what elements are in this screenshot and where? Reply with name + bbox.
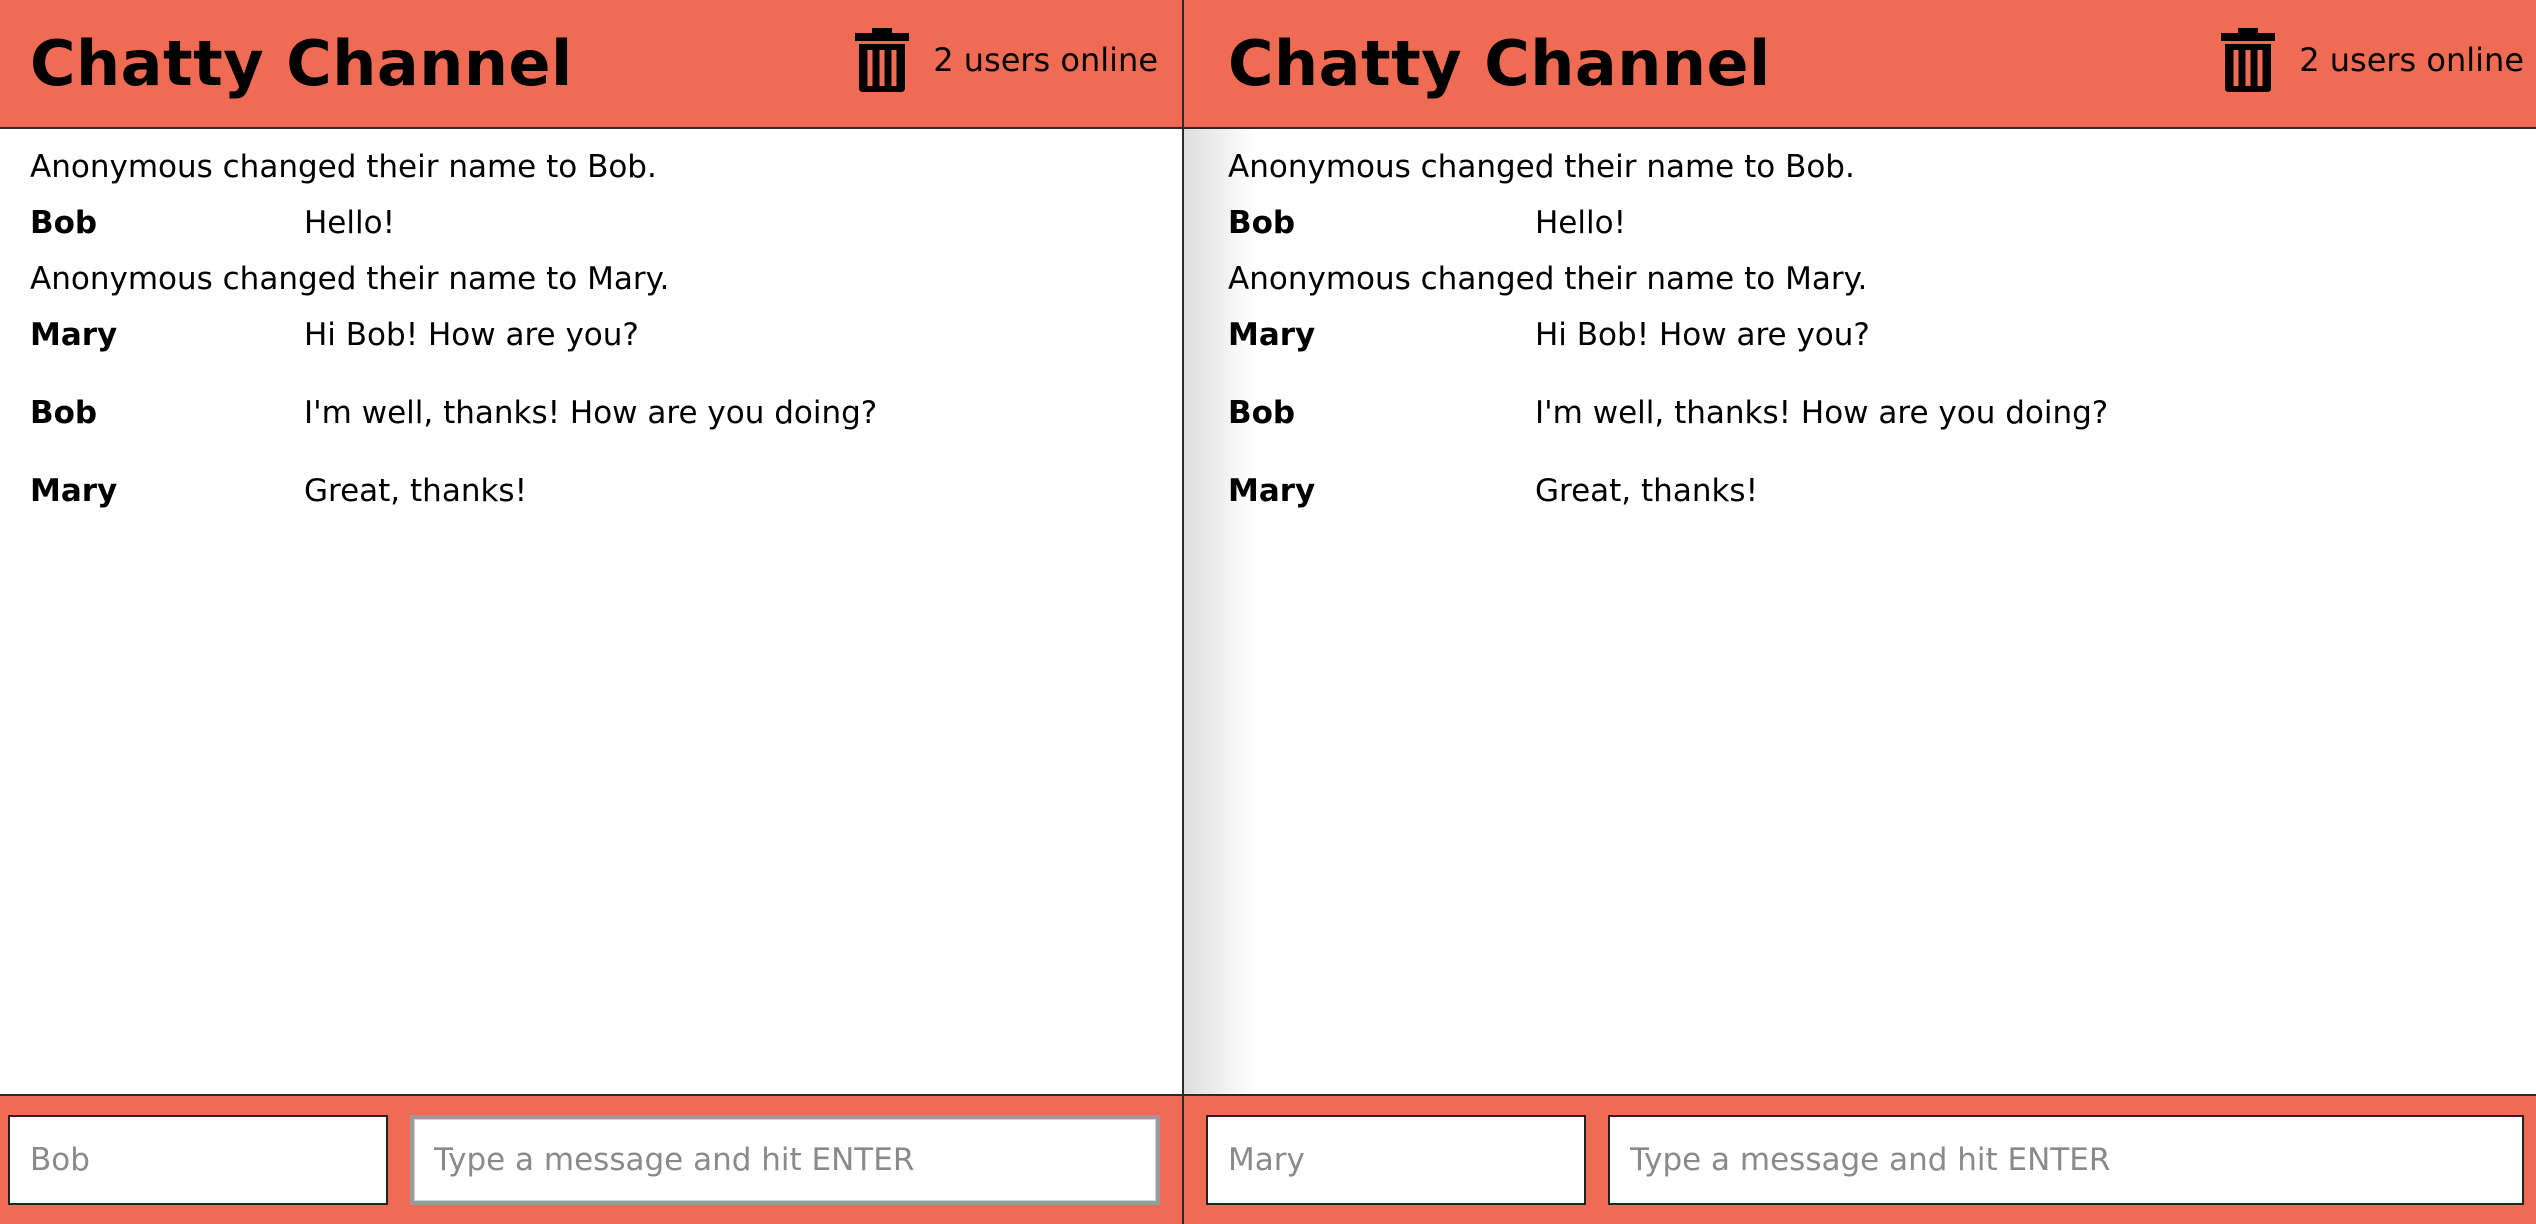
chat-header: Chatty Channel 2 users online xyxy=(0,0,1182,129)
chat-header: Chatty Channel 2 users online xyxy=(1184,0,2536,129)
chat-footer xyxy=(0,1094,1182,1224)
notification-text: Anonymous changed their name to Bob. xyxy=(30,149,657,185)
notification-text: Anonymous changed their name to Mary. xyxy=(30,261,670,297)
username-input[interactable] xyxy=(8,1115,388,1205)
message-content: Hi Bob! How are you? xyxy=(304,317,639,353)
chat-footer xyxy=(1184,1094,2536,1224)
message-list: Anonymous changed their name to Bob. Bob… xyxy=(1184,131,2536,1094)
message-content: Hi Bob! How are you? xyxy=(1535,317,1870,353)
message-username: Mary xyxy=(1228,317,1316,353)
message-list: Anonymous changed their name to Bob. Bob… xyxy=(0,131,1182,1094)
chat-window-right: Chatty Channel 2 users online Anonymous … xyxy=(1184,0,2536,1224)
message-username: Bob xyxy=(1228,205,1296,241)
notification-text: Anonymous changed their name to Bob. xyxy=(1228,149,1855,185)
message-username: Bob xyxy=(30,205,98,241)
app-title: Chatty Channel xyxy=(30,27,573,100)
trash-icon[interactable] xyxy=(855,28,910,92)
users-online-count: 2 users online xyxy=(933,41,1158,79)
notification-item: Anonymous changed their name to Mary. xyxy=(30,258,1162,300)
message-content: I'm well, thanks! How are you doing? xyxy=(1535,395,2109,431)
notification-text: Anonymous changed their name to Mary. xyxy=(1228,261,1868,297)
message-content: I'm well, thanks! How are you doing? xyxy=(304,395,878,431)
username-input[interactable] xyxy=(1206,1115,1586,1205)
notification-item: Anonymous changed their name to Bob. xyxy=(1228,146,2516,188)
header-status: 2 users online xyxy=(855,28,1158,92)
message-username: Bob xyxy=(30,395,98,431)
message-content: Great, thanks! xyxy=(1535,473,1758,509)
message-username: Mary xyxy=(1228,473,1316,509)
message-username: Bob xyxy=(1228,395,1296,431)
trash-icon[interactable] xyxy=(2221,28,2276,92)
chat-window-left: Chatty Channel 2 users online Anonymous … xyxy=(0,0,1182,1224)
message-content: Hello! xyxy=(1535,205,1627,241)
message-input[interactable] xyxy=(410,1115,1160,1205)
users-online-count: 2 users online xyxy=(2299,41,2524,79)
message-input[interactable] xyxy=(1608,1115,2524,1205)
message-content: Great, thanks! xyxy=(304,473,527,509)
notification-item: Anonymous changed their name to Mary. xyxy=(1228,258,2516,300)
header-status: 2 users online xyxy=(2221,28,2524,92)
message-username: Mary xyxy=(30,473,118,509)
message-username: Mary xyxy=(30,317,118,353)
message-content: Hello! xyxy=(304,205,396,241)
app-title: Chatty Channel xyxy=(1228,27,1771,100)
notification-item: Anonymous changed their name to Bob. xyxy=(30,146,1162,188)
